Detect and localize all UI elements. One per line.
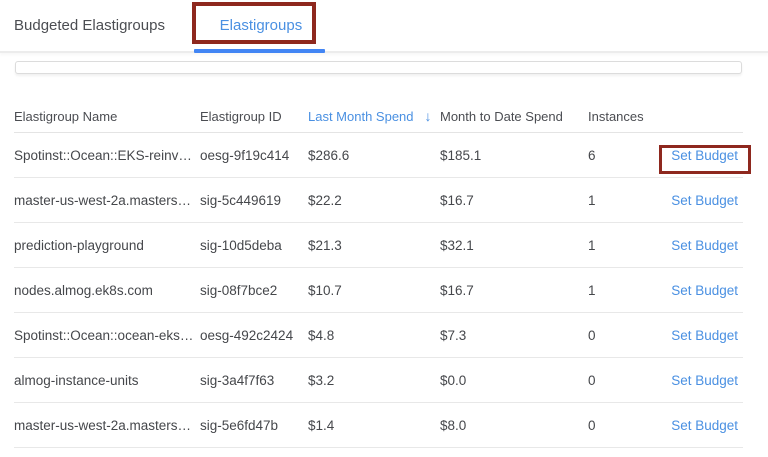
month-to-date-spend-value: $32.1 [440,238,588,253]
table-row: Spotinst::Ocean::EKS-reinv… oesg-9f19c41… [14,133,743,178]
elastigroup-name: prediction-playground [14,238,200,253]
table-row: master-us-west-2a.masters… sig-5e6fd47b … [14,403,743,448]
set-budget-cell: Set Budget [671,283,743,298]
active-tab-underline [194,49,325,53]
month-to-date-spend-value: $0.0 [440,373,588,388]
set-budget-link[interactable]: Set Budget [671,328,738,343]
elastigroups-table: Elastigroup Name Elastigroup ID Last Mon… [14,100,743,448]
elastigroup-id: oesg-9f19c414 [200,148,308,163]
elastigroup-name: almog-instance-units [14,373,200,388]
last-month-spend-value: $21.3 [308,238,440,253]
table-row: master-us-west-2a.masters… sig-5c449619 … [14,178,743,223]
set-budget-cell: Set Budget [671,328,743,343]
set-budget-cell: Set Budget [671,193,743,208]
set-budget-link[interactable]: Set Budget [671,148,738,163]
set-budget-cell: Set Budget [671,373,743,388]
instances-count: 0 [588,328,660,343]
instances-count: 1 [588,283,660,298]
set-budget-link[interactable]: Set Budget [671,283,738,298]
instances-count: 6 [588,148,660,163]
last-month-spend-value: $286.6 [308,148,440,163]
column-header-last-month-spend-label: Last Month Spend [308,109,414,124]
budget-dashboard-page: Budgeted Elastigroups Elastigroups Elast… [0,0,768,457]
elastigroup-name: master-us-west-2a.masters… [14,418,200,433]
column-header-last-month-spend[interactable]: Last Month Spend ↓ [308,108,440,124]
last-month-spend-value: $1.4 [308,418,440,433]
set-budget-link[interactable]: Set Budget [671,193,738,208]
month-to-date-spend-value: $185.1 [440,148,588,163]
table-row: nodes.almog.ek8s.com sig-08f7bce2 $10.7 … [14,268,743,313]
table-row: prediction-playground sig-10d5deba $21.3… [14,223,743,268]
instances-count: 1 [588,238,660,253]
tab-elastigroups-wrap: Elastigroups [196,17,326,35]
column-header-elastigroup-name[interactable]: Elastigroup Name [14,109,200,124]
table-row: Spotinst::Ocean::ocean-eks… oesg-492c242… [14,313,743,358]
instances-count: 0 [588,418,660,433]
instances-count: 0 [588,373,660,388]
month-to-date-spend-value: $16.7 [440,193,588,208]
last-month-spend-value: $3.2 [308,373,440,388]
elastigroup-name: nodes.almog.ek8s.com [14,283,200,298]
month-to-date-spend-value: $7.3 [440,328,588,343]
elastigroup-id: sig-5c449619 [200,193,308,208]
instances-count: 1 [588,193,660,208]
sort-desc-arrow-icon[interactable]: ↓ [425,108,432,124]
set-budget-cell: Set Budget [671,238,743,253]
set-budget-cell: Set Budget [671,418,743,433]
last-month-spend-value: $22.2 [308,193,440,208]
elastigroup-name: master-us-west-2a.masters… [14,193,200,208]
month-to-date-spend-value: $8.0 [440,418,588,433]
table-body: Spotinst::Ocean::EKS-reinv… oesg-9f19c41… [14,133,743,448]
tab-elastigroups[interactable]: Elastigroups [220,17,303,34]
tab-budgeted-elastigroups[interactable]: Budgeted Elastigroups [14,17,165,34]
set-budget-link[interactable]: Set Budget [671,373,738,388]
filter-input[interactable] [15,61,742,74]
last-month-spend-value: $10.7 [308,283,440,298]
column-header-instances[interactable]: Instances [588,109,660,124]
elastigroup-id: sig-3a4f7f63 [200,373,308,388]
elastigroup-name: Spotinst::Ocean::ocean-eks… [14,328,200,343]
table-header-row: Elastigroup Name Elastigroup ID Last Mon… [14,100,743,133]
column-header-elastigroup-id[interactable]: Elastigroup ID [200,109,308,124]
month-to-date-spend-value: $16.7 [440,283,588,298]
last-month-spend-value: $4.8 [308,328,440,343]
table-row: almog-instance-units sig-3a4f7f63 $3.2 $… [14,358,743,403]
elastigroup-id: oesg-492c2424 [200,328,308,343]
elastigroup-id: sig-10d5deba [200,238,308,253]
set-budget-cell: Set Budget [671,148,743,163]
set-budget-link[interactable]: Set Budget [671,238,738,253]
tabs-bar: Budgeted Elastigroups Elastigroups [0,0,768,53]
column-header-month-to-date-spend[interactable]: Month to Date Spend [440,109,588,124]
set-budget-link[interactable]: Set Budget [671,418,738,433]
elastigroup-name: Spotinst::Ocean::EKS-reinv… [14,148,200,163]
elastigroup-id: sig-5e6fd47b [200,418,308,433]
elastigroup-id: sig-08f7bce2 [200,283,308,298]
